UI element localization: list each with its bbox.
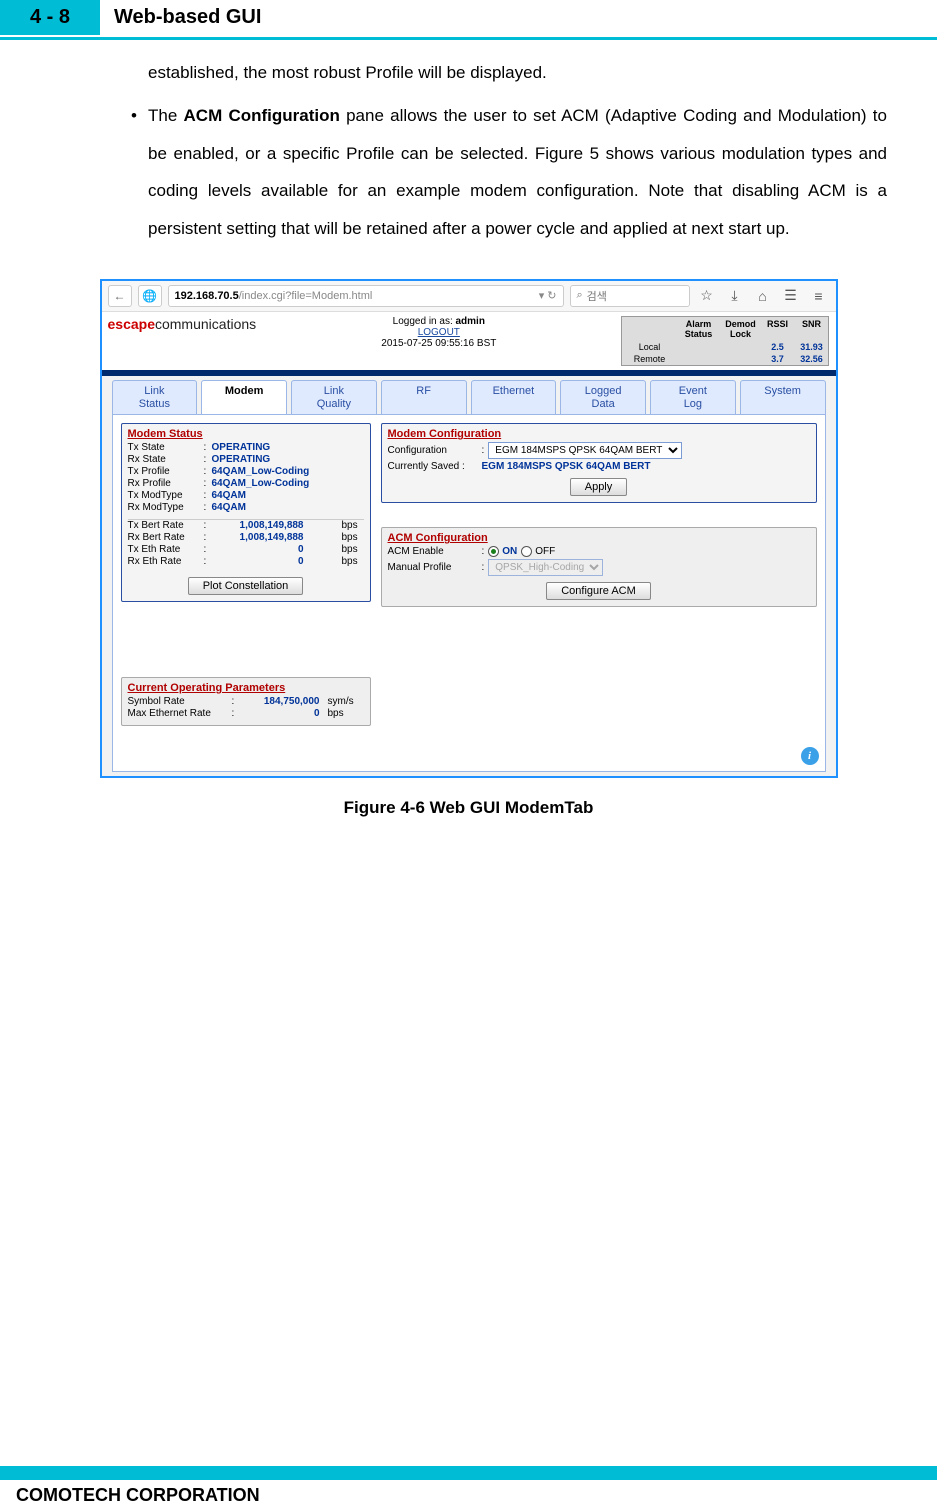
lbl-rx-bert: Rx Bert Rate: [128, 532, 204, 543]
tab-modem[interactable]: Modem: [201, 380, 287, 414]
back-button[interactable]: ←: [108, 285, 132, 307]
lbl-rx-modtype: Rx ModType: [128, 502, 204, 513]
val-tx-profile: 64QAM_Low-Coding: [212, 466, 364, 477]
bullet-marker: •: [120, 97, 148, 247]
bullet-paragraph: The ACM Configuration pane allows the us…: [148, 97, 887, 247]
val-symbol-rate: 184,750,000: [240, 696, 324, 707]
val-rx-profile: 64QAM_Low-Coding: [212, 478, 364, 489]
lbl-rx-profile: Rx Profile: [128, 478, 204, 489]
val-currently-saved: EGM 184MSPS QPSK 64QAM BERT: [482, 461, 651, 472]
header-underline: [0, 37, 937, 40]
col-snr: SNR: [794, 317, 828, 341]
val-remote-snr: 32.56: [794, 353, 828, 365]
lbl-tx-modtype: Tx ModType: [128, 490, 204, 501]
configure-acm-button[interactable]: Configure ACM: [546, 582, 651, 600]
val-tx-bert: 1,008,149,888: [212, 520, 338, 531]
lbl-symbol-rate: Symbol Rate: [128, 696, 232, 707]
val-remote-rssi: 3.7: [760, 353, 794, 365]
url-path: /index.cgi?file=Modem.html: [239, 290, 373, 302]
bullet-emphasis: ACM Configuration: [184, 106, 340, 125]
lbl-tx-state: Tx State: [128, 442, 204, 453]
url-host: 192.168.70.5: [175, 290, 239, 302]
product-logo: escapecommunications: [108, 316, 257, 332]
val-tx-state: OPERATING: [212, 442, 364, 453]
downloads-icon[interactable]: ⤓: [724, 285, 746, 307]
paragraph-continuation: established, the most robust Profile wil…: [148, 54, 887, 91]
val-local-snr: 31.93: [794, 341, 828, 353]
plot-constellation-button[interactable]: Plot Constellation: [188, 577, 304, 595]
logged-in-label: Logged in as: admin: [381, 316, 496, 327]
bullet-prefix: The: [148, 106, 184, 125]
val-rx-bert: 1,008,149,888: [212, 532, 338, 543]
row-remote: Remote: [622, 353, 676, 365]
select-configuration[interactable]: EGM 184MSPS QPSK 64QAM BERT: [488, 442, 682, 459]
tab-rf[interactable]: RF: [381, 380, 467, 414]
panel-acm-config: ACM Configuration ACM Enable: ON OFF Man…: [381, 527, 817, 607]
select-manual-profile[interactable]: QPSK_High-Coding: [488, 559, 603, 576]
server-timestamp: 2015-07-25 09:55:16 BST: [381, 338, 496, 349]
lbl-acm-enable: ACM Enable: [388, 546, 478, 557]
status-panel: Alarm Status Demod Lock RSSI SNR Local 2…: [621, 316, 829, 366]
val-local-rssi: 2.5: [760, 341, 794, 353]
library-icon[interactable]: ☰: [780, 285, 802, 307]
info-icon[interactable]: i: [801, 747, 819, 765]
val-rx-modtype: 64QAM: [212, 502, 364, 513]
col-rssi: RSSI: [760, 317, 794, 341]
panel-title-op-params: Current Operating Parameters: [122, 678, 370, 696]
browser-toolbar: ← 🌐 192.168.70.5/index.cgi?file=Modem.ht…: [102, 281, 836, 312]
val-rx-eth: 0: [212, 556, 338, 567]
panel-modem-status: Modem Status Tx State:OPERATING Rx State…: [121, 423, 371, 602]
lbl-configuration: Configuration: [388, 445, 478, 456]
apply-button[interactable]: Apply: [570, 478, 628, 496]
figure-caption: Figure 4-6 Web GUI ModemTab: [0, 798, 937, 818]
radio-acm-on[interactable]: ON: [488, 546, 517, 557]
radio-acm-off[interactable]: OFF: [521, 546, 555, 557]
search-placeholder: 검색: [587, 288, 607, 304]
search-box[interactable]: ⌕ 검색: [570, 285, 690, 307]
logout-link[interactable]: LOGOUT: [418, 327, 460, 338]
screenshot-frame: ← 🌐 192.168.70.5/index.cgi?file=Modem.ht…: [100, 279, 838, 778]
val-tx-modtype: 64QAM: [212, 490, 364, 501]
lbl-max-eth: Max Ethernet Rate: [128, 708, 232, 719]
page-title: Web-based GUI: [100, 6, 261, 29]
bullet-rest: pane allows the user to set ACM (Adaptiv…: [148, 106, 887, 237]
val-max-eth: 0: [240, 708, 324, 719]
lbl-tx-profile: Tx Profile: [128, 466, 204, 477]
site-identity-icon[interactable]: 🌐: [138, 285, 162, 307]
address-bar[interactable]: 192.168.70.5/index.cgi?file=Modem.html ▾…: [168, 285, 564, 307]
tab-link-quality[interactable]: Link Quality: [291, 380, 377, 414]
page-number-tab: 4 - 8: [0, 0, 100, 35]
lbl-rx-eth: Rx Eth Rate: [128, 556, 204, 567]
refresh-icon[interactable]: ▾ ↻: [539, 289, 557, 302]
bookmark-icon[interactable]: ☆: [696, 285, 718, 307]
tab-ethernet[interactable]: Ethernet: [471, 380, 557, 414]
footer-text: COMOTECH CORPORATION: [16, 1485, 260, 1506]
row-local: Local: [622, 341, 676, 353]
tab-bar: Link Status Modem Link Quality RF Ethern…: [102, 376, 836, 414]
panel-modem-config: Modem Configuration Configuration: EGM 1…: [381, 423, 817, 503]
tab-link-status[interactable]: Link Status: [112, 380, 198, 414]
tab-event-log[interactable]: Event Log: [650, 380, 736, 414]
col-demod: Demod Lock: [720, 317, 760, 341]
lbl-tx-bert: Tx Bert Rate: [128, 520, 204, 531]
tab-system[interactable]: System: [740, 380, 826, 414]
panel-op-params: Current Operating Parameters Symbol Rate…: [121, 677, 371, 726]
panel-title-acm-config: ACM Configuration: [382, 528, 816, 546]
val-rx-state: OPERATING: [212, 454, 364, 465]
content-area: Modem Status Tx State:OPERATING Rx State…: [112, 414, 826, 772]
panel-title-modem-config: Modem Configuration: [382, 424, 816, 442]
lbl-manual-profile: Manual Profile: [388, 562, 478, 573]
col-alarm: Alarm Status: [676, 317, 720, 341]
lbl-tx-eth: Tx Eth Rate: [128, 544, 204, 555]
home-icon[interactable]: ⌂: [752, 285, 774, 307]
val-tx-eth: 0: [212, 544, 338, 555]
menu-icon[interactable]: ≡: [808, 285, 830, 307]
footer-rule: [0, 1466, 937, 1480]
tab-logged-data[interactable]: Logged Data: [560, 380, 646, 414]
panel-title-modem-status: Modem Status: [122, 424, 370, 442]
search-icon: ⌕: [577, 289, 583, 302]
lbl-currently-saved: Currently Saved :: [388, 461, 478, 472]
lbl-rx-state: Rx State: [128, 454, 204, 465]
